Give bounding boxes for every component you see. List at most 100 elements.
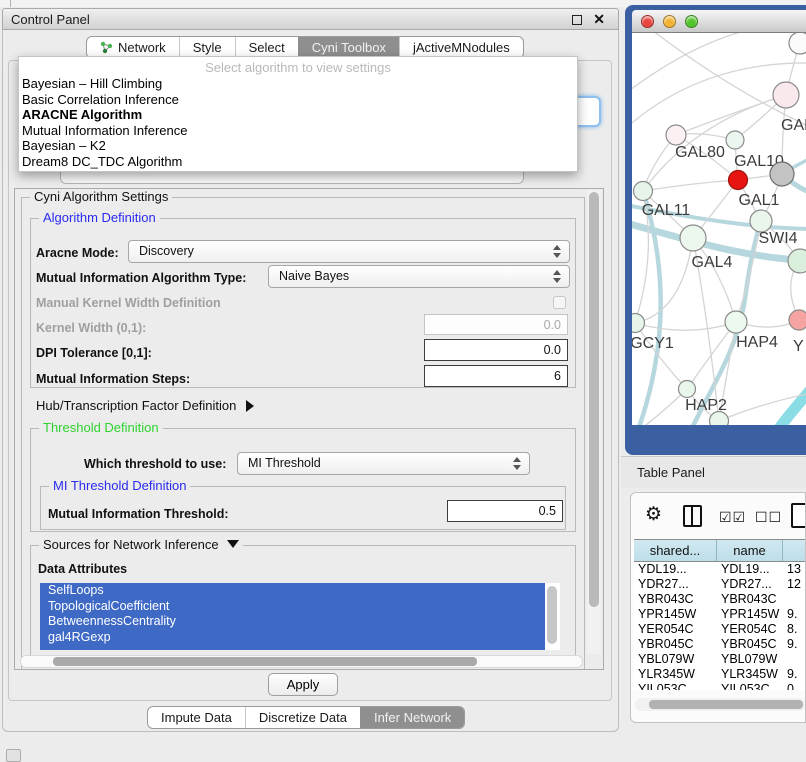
column-header-shared[interactable]: shared... [634,540,717,561]
table-row[interactable]: YPR145WYPR145W9. [634,607,806,622]
algorithm-option-bayesian-k2[interactable]: Bayesian – K2 [19,138,577,154]
table-cell: YBR043C [717,592,783,607]
table-row[interactable]: YDL19...YDL19...13 [634,562,806,577]
network-node-gcy1[interactable] [632,314,645,333]
table-row[interactable]: YIL053CYIL053C0. [634,682,806,690]
float-window-icon[interactable] [572,15,582,25]
table-row[interactable]: YLR345WYLR345W9. [634,667,806,682]
close-traffic-light[interactable] [641,15,654,28]
kernel-width-field[interactable] [424,314,568,335]
table-horizontal-scrollbar-track[interactable] [635,698,805,711]
table-cell: 0. [783,682,806,690]
tab-cyni-toolbox[interactable]: Cyni Toolbox [298,37,399,58]
gear-icon[interactable]: ⚙ [645,503,662,526]
network-node-gal80[interactable] [666,125,686,145]
tab-network[interactable]: Network [87,37,179,58]
network-node-gal11[interactable] [634,182,653,201]
expand-arrow-icon[interactable] [246,400,254,412]
table-cell: 13 [783,562,806,577]
network-node-gal1[interactable] [729,171,748,190]
algorithm-option-basic-correlation-inference[interactable]: Basic Correlation Inference [19,92,577,108]
table-row[interactable]: YBR043CYBR043C [634,592,806,607]
settings-horizontal-scrollbar-track[interactable] [20,655,583,668]
attribute-item-selfloops[interactable]: SelfLoops [40,583,545,599]
deselect-all-checkboxes-icon[interactable]: ☐☐ [755,509,782,526]
network-node[interactable] [789,33,806,54]
table-row[interactable]: YBR045CYBR045C9. [634,637,806,652]
hub-transcription-factor-section[interactable]: Hub/Transcription Factor Definition [36,398,254,413]
table-row[interactable]: YBL079WYBL079W [634,652,806,667]
export-table-icon[interactable] [791,503,806,528]
data-attributes-list[interactable]: SelfLoopsTopologicalCoefficientBetweenne… [40,583,560,650]
tab-select[interactable]: Select [235,37,298,58]
mi-steps-field[interactable] [424,365,568,387]
table-cell: YBR045C [717,637,783,652]
table-cell: YLR345W [634,667,717,682]
tab-impute-data[interactable]: Impute Data [148,707,245,728]
tab-style[interactable]: Style [179,37,235,58]
attribute-item-gal4rgexp[interactable]: gal4RGexp [40,630,545,646]
tab-jactivemnodules[interactable]: jActiveMNodules [399,37,523,58]
network-node-hap4[interactable] [725,311,747,333]
network-canvas[interactable]: GALGAL80GAL10GAL1GAL11SWI4GAL4GCY1HAP4YH… [632,33,806,425]
data-attributes-label: Data Attributes [38,562,127,576]
manual-kernel-width-checkbox[interactable] [553,296,566,309]
settings-vertical-scrollbar-thumb[interactable] [589,192,599,607]
attributes-list-scrollbar[interactable] [547,586,557,644]
attribute-item-partial[interactable] [40,645,545,650]
apply-button[interactable]: Apply [268,673,338,696]
zoom-traffic-light[interactable] [685,15,698,28]
columns-icon[interactable] [683,505,702,527]
aracne-mode-combo[interactable]: Discovery [128,240,570,263]
minimized-panel-icon[interactable] [6,749,21,762]
which-threshold-value: MI Threshold [248,456,321,470]
table-cell: YER054C [717,622,783,637]
table-header: shared...name [634,539,806,562]
tab-infer-network[interactable]: Infer Network [360,707,464,728]
algorithm-option-mutual-information-inference[interactable]: Mutual Information Inference [19,123,577,139]
table-horizontal-scrollbar-thumb[interactable] [649,700,803,709]
tab-label: Impute Data [161,710,232,725]
table-cell: YDR27... [634,577,717,592]
node-label-swi4: SWI4 [758,230,797,247]
algorithm-option-bayesian-hill-climbing[interactable]: Bayesian – Hill Climbing [19,76,577,92]
network-node-y[interactable] [789,310,806,330]
table-panel-title: Table Panel [637,457,705,488]
tab-discretize-data[interactable]: Discretize Data [245,707,360,728]
network-node-gal10[interactable] [726,131,744,149]
algorithm-option-dream8-dc-tdc-algorithm[interactable]: Dream8 DC_TDC Algorithm [19,154,577,170]
table-row[interactable]: YDR27...YDR27...12 [634,577,806,592]
settings-vertical-scrollbar-track[interactable] [587,190,601,654]
table-row[interactable]: YER054CYER054C8. [634,622,806,637]
network-node-gal4[interactable] [680,225,706,251]
settings-horizontal-scrollbar-thumb[interactable] [53,657,477,666]
network-node-hap2[interactable] [679,381,696,398]
algorithm-option-aracne-algorithm[interactable]: ARACNE Algorithm [19,107,577,123]
hub-transcription-factor-label: Hub/Transcription Factor Definition [36,398,236,413]
mi-algorithm-type-combo[interactable]: Naive Bayes [268,265,570,288]
column-header-name[interactable]: name [717,540,783,561]
select-all-checkboxes-icon[interactable]: ☑☑ [719,509,746,526]
attribute-item-topologicalcoefficient[interactable]: TopologicalCoefficient [40,599,545,615]
column-header-2[interactable] [783,540,806,561]
network-node[interactable] [788,249,806,273]
attribute-item-betweennesscentrality[interactable]: BetweennessCentrality [40,614,545,630]
network-node-swi4[interactable] [750,210,772,232]
control-panel-titlebar: Control Panel ✕ [2,8,619,30]
mi-threshold-field[interactable] [447,500,563,522]
network-node[interactable] [710,412,729,426]
manual-kernel-width-label: Manual Kernel Width Definition [36,296,221,310]
collapse-arrow-icon[interactable] [227,540,239,548]
dpi-tolerance-field[interactable] [424,339,568,361]
network-node-gal[interactable] [773,82,799,108]
table-cell: YER054C [634,622,717,637]
close-icon[interactable]: ✕ [593,11,605,28]
table-cell: 9. [783,637,806,652]
table-panel-strip: Table Panel [621,456,806,488]
table-cell: YDL19... [634,562,717,577]
which-threshold-combo[interactable]: MI Threshold [237,452,530,475]
algorithm-dropdown-popup: Select algorithm to view settings Bayesi… [18,56,578,172]
minimize-traffic-light[interactable] [663,15,676,28]
algorithm-dropdown-list: Bayesian – Hill ClimbingBasic Correlatio… [19,76,577,170]
network-node[interactable] [770,162,794,186]
